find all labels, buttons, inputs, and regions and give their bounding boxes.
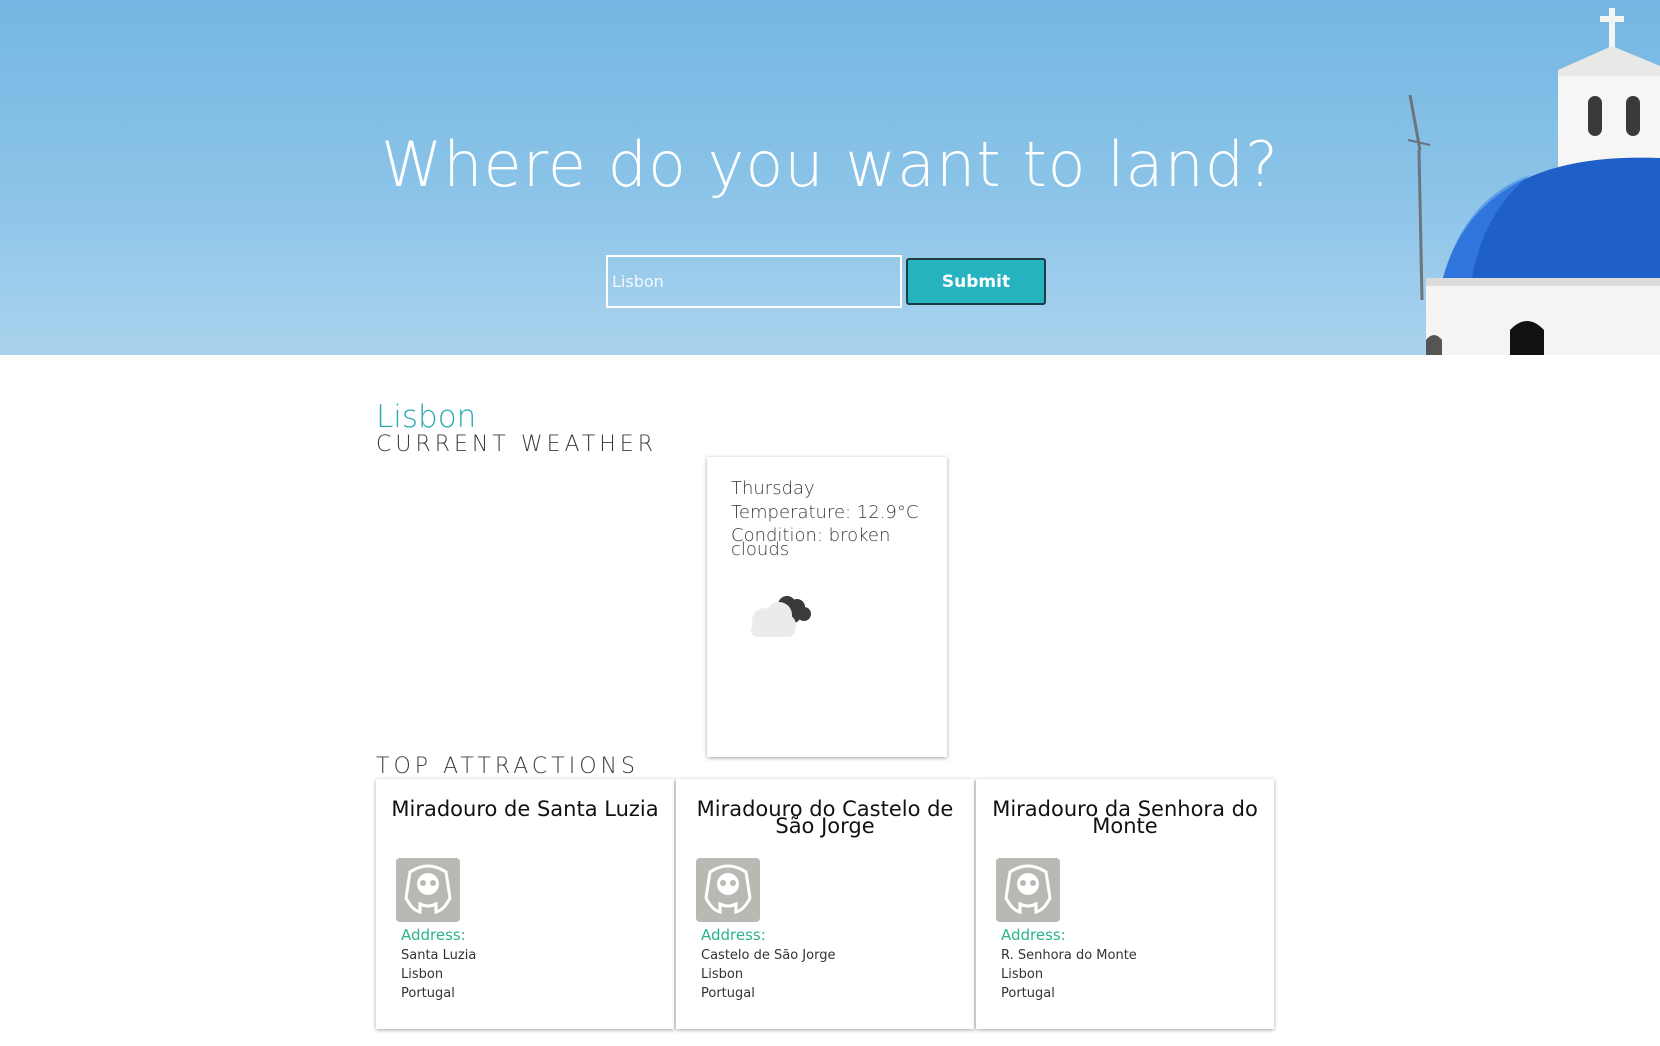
attraction-address: Castelo de São Jorge Lisbon Portugal	[701, 946, 835, 1003]
destination-input[interactable]	[606, 255, 902, 308]
attraction-address: Santa Luzia Lisbon Portugal	[401, 946, 476, 1003]
weather-temperature: Temperature: 12.9°C	[731, 502, 919, 523]
attraction-name: Miradouro de Santa Luzia	[391, 797, 659, 821]
attraction-name: Miradouro da Senhora do Monte	[992, 797, 1258, 838]
attraction-card[interactable]: Miradouro da Senhora do Monte Address: R…	[976, 779, 1274, 1029]
address-label: Address:	[401, 926, 466, 944]
viewpoint-binoculars-icon	[996, 858, 1060, 922]
address-line: Portugal	[701, 986, 755, 1001]
attractions-list: Miradouro de Santa Luzia Address: Santa …	[376, 779, 1276, 1029]
weather-card: Thursday Temperature: 12.9°C Condition: …	[707, 457, 947, 757]
viewpoint-binoculars-icon	[696, 858, 760, 922]
address-label: Address:	[1001, 926, 1066, 944]
address-line: Lisbon	[401, 967, 444, 982]
search-form: Submit	[606, 255, 1046, 309]
attraction-name: Miradouro do Castelo de São Jorge	[696, 797, 954, 838]
address-line: Portugal	[401, 986, 455, 1001]
current-weather-heading: CURRENT WEATHER	[376, 432, 657, 457]
weather-day: Thursday	[731, 478, 815, 499]
broken-clouds-icon	[751, 596, 811, 637]
address-line: Portugal	[1001, 986, 1055, 1001]
city-name: Lisbon	[376, 399, 477, 435]
address-line: R. Senhora do Monte	[1001, 948, 1137, 963]
address-line: Lisbon	[701, 967, 744, 982]
top-attractions-heading: TOP ATTRACTIONS	[376, 754, 639, 779]
hero-title: Where do you want to land?	[380, 128, 1280, 201]
hero-banner: Where do you want to land? Submit	[0, 0, 1660, 355]
address-line: Lisbon	[1001, 967, 1044, 982]
attraction-address: R. Senhora do Monte Lisbon Portugal	[1001, 946, 1137, 1003]
submit-button[interactable]: Submit	[906, 258, 1046, 305]
attraction-card[interactable]: Miradouro do Castelo de São Jorge Addres…	[676, 779, 974, 1029]
viewpoint-binoculars-icon	[396, 858, 460, 922]
attraction-card[interactable]: Miradouro de Santa Luzia Address: Santa …	[376, 779, 674, 1029]
address-line: Castelo de São Jorge	[701, 948, 836, 963]
weather-condition: Condition: broken clouds	[731, 525, 891, 560]
address-line: Santa Luzia	[401, 948, 477, 963]
address-label: Address:	[701, 926, 766, 944]
